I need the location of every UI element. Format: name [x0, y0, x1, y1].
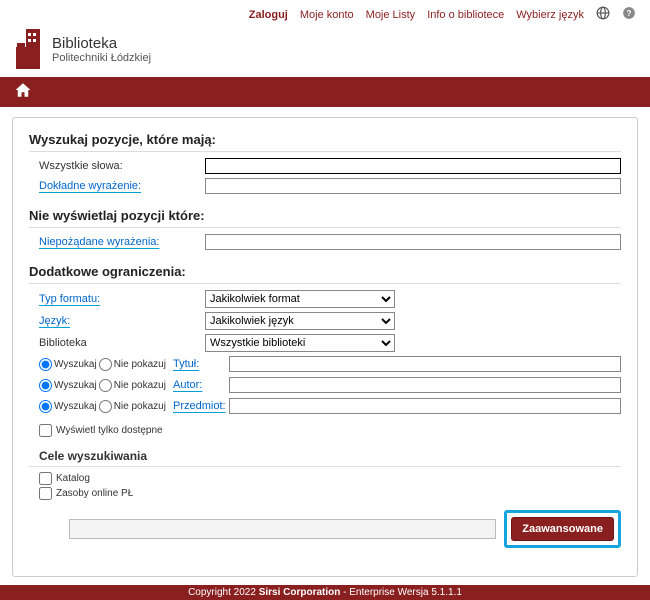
subject-input[interactable] [229, 398, 621, 414]
available-only-checkbox[interactable] [39, 424, 52, 437]
format-select[interactable]: Jakikolwiek format [205, 290, 395, 308]
subject-hide-radio[interactable] [99, 400, 112, 413]
available-only-row: Wyświetl tylko dostępne [29, 424, 621, 437]
advanced-highlight: Zaawansowane [504, 510, 621, 548]
search-targets: Cele wyszukiwania Katalog Zasoby online … [29, 449, 621, 500]
target-online-label: Zasoby online PŁ [56, 488, 133, 499]
author-hide-radio[interactable] [99, 379, 112, 392]
footer-corp: Sirsi Corporation [259, 587, 341, 598]
author-row: Wyszukaj Nie pokazuj Autor: [29, 377, 621, 393]
bottom-search-row: Zaawansowane [29, 510, 621, 548]
lang-link[interactable]: Wybierz język [516, 9, 584, 21]
exact-phrase-input[interactable] [205, 178, 621, 194]
main-nav-bar [0, 77, 650, 107]
section-limits: Dodatkowe ograniczenia: Typ formatu: Jak… [29, 264, 621, 548]
subject-label[interactable]: Przedmiot: [173, 400, 225, 412]
unwanted-label[interactable]: Niepożądane wyrażenia: [29, 236, 199, 248]
footer-rest: - Enterprise Wersja 5.1.1.1 [340, 587, 462, 598]
brand-text: Biblioteka Politechniki Łódzkiej [52, 35, 151, 64]
info-link[interactable]: Info o bibliotece [427, 9, 504, 21]
author-show-radio[interactable] [39, 379, 52, 392]
title-hide-radio[interactable] [99, 358, 112, 371]
target-catalog-checkbox[interactable] [39, 472, 52, 485]
top-nav: Zaloguj Moje konto Moje Listy Info o bib… [0, 0, 650, 27]
svg-text:?: ? [627, 9, 632, 18]
footer-copy: Copyright 2022 [188, 587, 259, 598]
section-have-head: Wyszukaj pozycje, które mają: [29, 132, 621, 152]
format-label[interactable]: Typ formatu: [29, 293, 199, 305]
subject-show-radio[interactable] [39, 400, 52, 413]
help-icon[interactable]: ? [622, 6, 636, 23]
section-nothave-head: Nie wyświetlaj pozycji które: [29, 208, 621, 228]
library-label: Biblioteka [29, 337, 199, 349]
lang-select[interactable]: Jakikolwiek język [205, 312, 395, 330]
title-label[interactable]: Tytuł: [173, 358, 225, 370]
footer: Copyright 2022 Sirsi Corporation - Enter… [0, 585, 650, 600]
brand: Biblioteka Politechniki Łódzkiej [0, 27, 650, 77]
author-label[interactable]: Autor: [173, 379, 225, 391]
bottom-search-input[interactable] [69, 519, 496, 539]
lang-label[interactable]: Język: [29, 315, 199, 327]
title-input[interactable] [229, 356, 621, 372]
account-link[interactable]: Moje konto [300, 9, 354, 21]
subject-row: Wyszukaj Nie pokazuj Przedmiot: [29, 398, 621, 414]
advanced-button[interactable]: Zaawansowane [511, 517, 614, 541]
title-show-radio[interactable] [39, 358, 52, 371]
available-only-label: Wyświetl tylko dostępne [56, 425, 163, 436]
unwanted-input[interactable] [205, 234, 621, 250]
brand-line2: Politechniki Łódzkiej [52, 52, 151, 64]
brand-line1: Biblioteka [52, 35, 151, 52]
globe-icon[interactable] [596, 6, 610, 23]
section-nothave: Nie wyświetlaj pozycji które: Niepożądan… [29, 208, 621, 250]
target-online-checkbox[interactable] [39, 487, 52, 500]
target-catalog-label: Katalog [56, 473, 90, 484]
lists-link[interactable]: Moje Listy [366, 9, 416, 21]
section-have: Wyszukaj pozycje, które mają: Wszystkie … [29, 132, 621, 194]
all-words-input[interactable] [205, 158, 621, 174]
section-limits-head: Dodatkowe ograniczenia: [29, 264, 621, 284]
targets-head: Cele wyszukiwania [29, 449, 621, 467]
title-row: Wyszukaj Nie pokazuj Tytuł: [29, 356, 621, 372]
all-words-label: Wszystkie słowa: [29, 160, 199, 172]
author-input[interactable] [229, 377, 621, 393]
advanced-search-panel: Wyszukaj pozycje, które mają: Wszystkie … [12, 117, 638, 577]
home-icon[interactable] [14, 81, 32, 104]
brand-logo-icon [14, 27, 44, 71]
exact-phrase-label[interactable]: Dokładne wyrażenie: [29, 180, 199, 192]
library-select[interactable]: Wszystkie biblioteki [205, 334, 395, 352]
login-link[interactable]: Zaloguj [249, 9, 288, 21]
